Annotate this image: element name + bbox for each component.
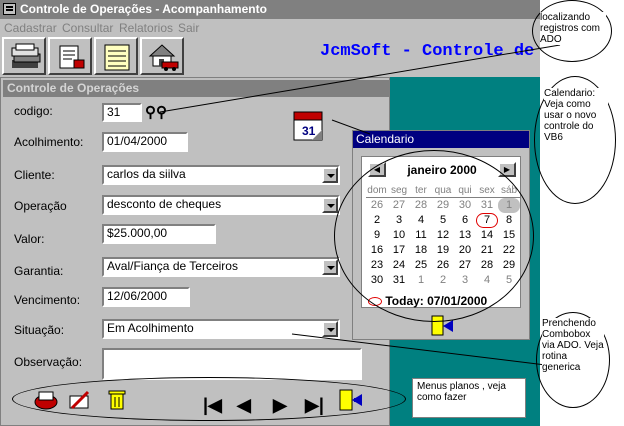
note-menus: Menus planos , veja como fazer (412, 378, 526, 418)
callout-oval-calendar-ring (334, 150, 534, 322)
note-combobox: Prenchendo Combobox via ADO. Veja rotina… (542, 318, 604, 373)
note-calendario: Calendario: Veja como usar o novo contro… (544, 88, 608, 143)
callout-oval-menus (12, 377, 406, 421)
note-localizando: localizando registros com ADO (540, 12, 606, 45)
